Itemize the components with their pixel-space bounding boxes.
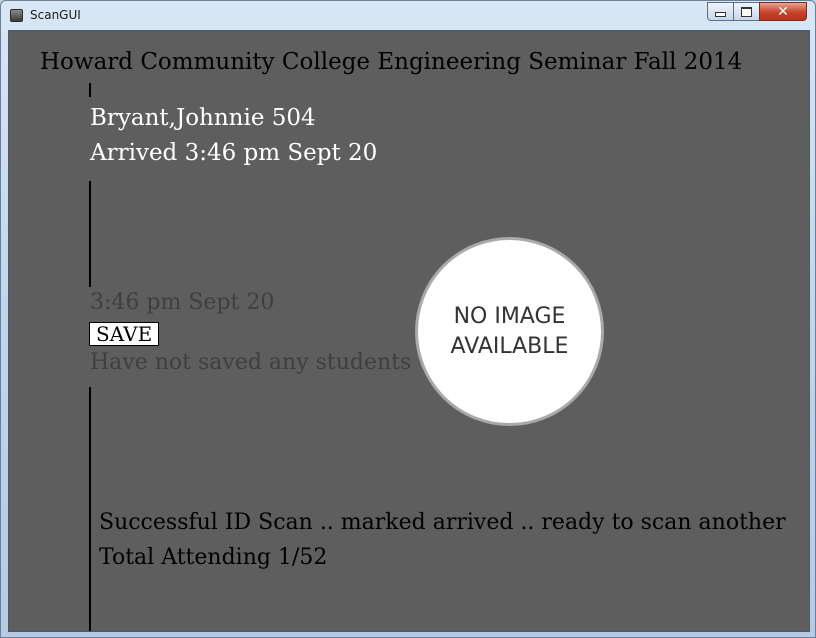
current-time: 3:46 pm Sept 20 [90, 290, 275, 315]
close-button[interactable]: ✕ [759, 2, 807, 21]
page-title: Howard Community College Engineering Sem… [40, 49, 743, 75]
student-name: Bryant,Johnnie 504 [90, 105, 316, 131]
minimize-icon [715, 12, 726, 17]
save-status: Have not saved any students [90, 350, 412, 375]
close-icon: ✕ [777, 3, 789, 20]
maximize-icon [741, 6, 752, 17]
attendance-total: Total Attending 1/52 [99, 545, 328, 570]
save-button[interactable]: SAVE [89, 322, 160, 346]
divider-line [89, 387, 91, 631]
no-image-label: NO IMAGE AVAILABLE [450, 303, 569, 359]
student-photo-placeholder: NO IMAGE AVAILABLE [415, 237, 604, 426]
minimize-button[interactable] [707, 2, 734, 21]
maximize-button[interactable] [733, 2, 760, 21]
app-window: ScanGUI ✕ Howard Community College Engin… [0, 0, 816, 638]
divider-line [89, 181, 91, 287]
app-icon [10, 9, 23, 22]
arrival-status: Arrived 3:46 pm Sept 20 [90, 140, 378, 166]
title-bar[interactable]: ScanGUI ✕ [1, 1, 815, 30]
divider-line [89, 83, 91, 97]
window-title: ScanGUI [30, 8, 81, 22]
scan-status-message: Successful ID Scan .. marked arrived .. … [99, 510, 786, 535]
main-panel: Howard Community College Engineering Sem… [8, 30, 810, 632]
